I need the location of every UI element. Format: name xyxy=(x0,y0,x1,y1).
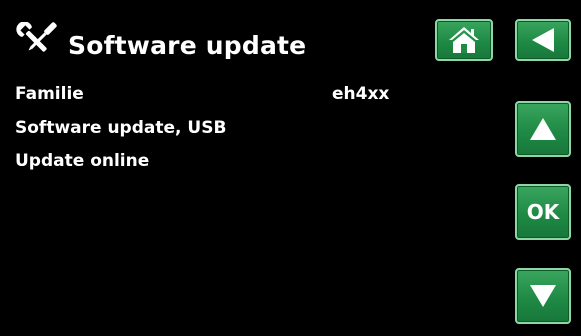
menu-item-label: Update online xyxy=(15,151,150,171)
menu-item-label: Familie xyxy=(15,84,84,104)
down-arrow-icon xyxy=(528,283,558,309)
tools-icon xyxy=(12,21,62,62)
ok-button[interactable]: OK xyxy=(515,184,571,240)
menu-item-update-online[interactable]: Update online xyxy=(15,150,149,172)
screen: Software update OK Familie eh4xx Softwar… xyxy=(0,0,581,336)
scroll-down-button[interactable] xyxy=(515,268,571,324)
home-button[interactable] xyxy=(435,19,493,61)
scroll-up-button[interactable] xyxy=(515,101,571,157)
page-title: Software update xyxy=(68,31,307,60)
ok-label: OK xyxy=(526,200,560,224)
up-arrow-icon xyxy=(528,116,558,142)
back-arrow-icon xyxy=(530,26,556,54)
home-icon xyxy=(447,25,481,55)
familie-value: eh4xx xyxy=(332,84,390,104)
menu-item-familie[interactable]: Familie eh4xx xyxy=(15,83,435,105)
back-button[interactable] xyxy=(515,19,571,61)
menu-item-software-update-usb[interactable]: Software update, USB xyxy=(15,117,226,139)
menu-item-label: Software update, USB xyxy=(15,118,227,138)
